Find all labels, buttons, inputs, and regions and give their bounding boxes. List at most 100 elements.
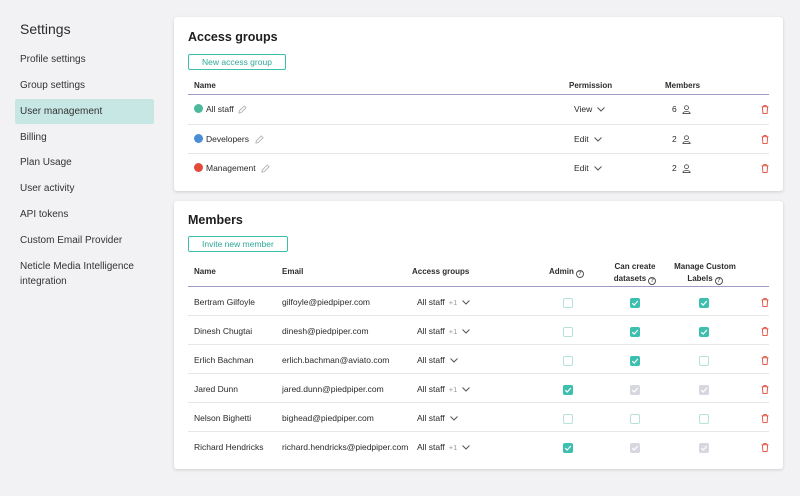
member-email: bighead@piedpiper.com (282, 413, 374, 423)
access-groups-dropdown[interactable]: All staff (417, 355, 458, 365)
invite-new-member-button[interactable]: Invite new member (188, 236, 288, 252)
sidebar-item-custom-email-provider[interactable]: Custom Email Provider (15, 228, 154, 253)
chevron-down-icon (462, 300, 471, 305)
manage-labels-checkbox[interactable] (699, 327, 709, 337)
column-header-admin: Admin? (549, 267, 584, 278)
can-create-datasets-checkbox[interactable] (630, 414, 640, 424)
access-group-value: All staff (417, 355, 445, 365)
header-line-text: Labels (687, 274, 713, 283)
member-name: Nelson Bighetti (194, 413, 252, 423)
trash-icon[interactable] (761, 385, 769, 394)
member-email: richard.hendricks@piedpiper.com (282, 442, 409, 452)
column-header-access-groups: Access groups (412, 267, 470, 276)
access-groups-dropdown[interactable]: All staff +1 (417, 297, 471, 307)
member-email: dinesh@piedpiper.com (282, 326, 369, 336)
member-name: Erlich Bachman (194, 355, 254, 365)
members-count: 6 (672, 104, 691, 115)
admin-checkbox[interactable] (563, 414, 573, 424)
trash-icon[interactable] (761, 356, 769, 365)
trash-icon[interactable] (761, 327, 769, 336)
member-email: gilfoyle@piedpiper.com (282, 297, 371, 307)
permission-dropdown[interactable]: Edit (574, 134, 602, 144)
sidebar-item-group-settings[interactable]: Group settings (15, 73, 154, 98)
sidebar-item-profile-settings[interactable]: Profile settings (15, 47, 154, 72)
access-groups-dropdown[interactable]: All staff +1 (417, 442, 471, 452)
trash-icon[interactable] (761, 164, 769, 173)
can-create-datasets-checkbox[interactable] (630, 298, 640, 308)
header-line: Can create (614, 262, 656, 271)
row-divider (188, 431, 769, 432)
permission-dropdown[interactable]: View (574, 104, 606, 114)
pencil-icon[interactable] (261, 164, 270, 173)
sidebar-item-api-tokens[interactable]: API tokens (15, 202, 154, 227)
admin-checkbox[interactable] (563, 356, 573, 366)
row-divider (188, 153, 769, 154)
help-icon[interactable]: ? (714, 277, 723, 285)
member-name: Richard Hendricks (194, 442, 264, 452)
sidebar-item-user-management[interactable]: User management (15, 99, 154, 124)
row-divider (188, 124, 769, 125)
access-group-value: All staff (417, 442, 445, 452)
access-group-value: All staff (417, 413, 445, 423)
manage-labels-checkbox[interactable] (699, 414, 709, 424)
admin-checkbox[interactable] (563, 298, 573, 308)
trash-icon[interactable] (761, 443, 769, 452)
manage-labels-checkbox (699, 385, 709, 395)
sidebar-item-billing[interactable]: Billing (15, 125, 154, 150)
sidebar-item-plan-usage[interactable]: Plan Usage (15, 150, 154, 175)
person-icon (682, 164, 691, 174)
members-count-value: 6 (672, 104, 677, 114)
access-groups-dropdown[interactable]: All staff (417, 413, 458, 423)
members-card: Members Invite new member Name Email Acc… (174, 201, 783, 469)
trash-icon[interactable] (761, 298, 769, 307)
group-name: Developers (206, 134, 249, 144)
extra-groups-count: +1 (448, 327, 458, 336)
help-icon[interactable]: ? (648, 277, 657, 285)
can-create-datasets-checkbox (630, 385, 640, 395)
members-count: 2 (672, 134, 691, 145)
extra-groups-count: +1 (448, 298, 458, 307)
access-groups-dropdown[interactable]: All staff +1 (417, 384, 471, 394)
sidebar-item-neticle-integration[interactable]: Neticle Media Intelligence integration (15, 259, 145, 293)
manage-labels-checkbox (699, 443, 709, 453)
pencil-icon[interactable] (255, 135, 264, 144)
help-icon[interactable]: ? (575, 270, 584, 278)
chevron-down-icon (593, 137, 602, 142)
group-name: Management (206, 163, 256, 173)
permission-dropdown[interactable]: Edit (574, 163, 602, 173)
trash-icon[interactable] (761, 414, 769, 423)
members-count-value: 2 (672, 163, 677, 173)
group-color-dot (194, 134, 203, 143)
member-name: Dinesh Chugtai (194, 326, 253, 336)
member-name: Bertram Gilfoyle (194, 297, 255, 307)
manage-labels-checkbox[interactable] (699, 356, 709, 366)
member-name: Jared Dunn (194, 384, 238, 394)
chevron-down-icon (462, 329, 471, 334)
admin-checkbox[interactable] (563, 385, 573, 395)
members-count-value: 2 (672, 134, 677, 144)
can-create-datasets-checkbox[interactable] (630, 356, 640, 366)
person-icon (682, 105, 691, 115)
trash-icon[interactable] (761, 105, 769, 114)
person-icon (682, 135, 691, 145)
admin-checkbox[interactable] (563, 327, 573, 337)
new-access-group-button[interactable]: New access group (188, 54, 286, 70)
sidebar-item-user-activity[interactable]: User activity (15, 176, 154, 201)
chevron-down-icon (449, 416, 458, 421)
permission-value: Edit (574, 134, 589, 144)
permission-value: View (574, 104, 593, 114)
pencil-icon[interactable] (238, 105, 247, 114)
admin-checkbox[interactable] (563, 443, 573, 453)
row-divider (188, 344, 769, 345)
column-header-name: Name (194, 267, 216, 276)
group-name: All staff (206, 104, 234, 114)
access-groups-dropdown[interactable]: All staff +1 (417, 326, 471, 336)
row-divider (188, 402, 769, 403)
can-create-datasets-checkbox[interactable] (630, 327, 640, 337)
permission-value: Edit (574, 163, 589, 173)
manage-labels-checkbox[interactable] (699, 298, 709, 308)
header-line-text: datasets (613, 274, 647, 283)
group-color-dot (194, 104, 203, 113)
trash-icon[interactable] (761, 135, 769, 144)
access-group-value: All staff (417, 326, 445, 336)
